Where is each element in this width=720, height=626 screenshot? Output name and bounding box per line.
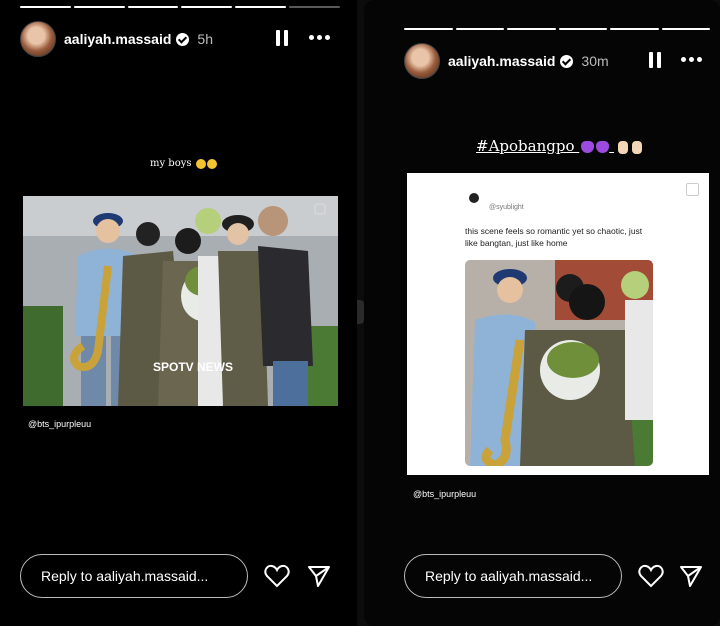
progress-segment [127,6,179,8]
credit-text: @bts_ipurpleuu [28,419,92,429]
story-header: aaliyah.massaid 30m [404,43,609,79]
hashtag-text: #Apobangpo [476,137,575,155]
story-panel-right[interactable]: aaliyah.massaid 30m #Apobangpo @syubligh… [364,0,720,626]
progress-segment [73,6,125,8]
story-header: aaliyah.massaid 5h [20,21,213,57]
more-icon[interactable] [309,35,330,40]
story-divider-handle [357,300,364,324]
verified-badge-icon [176,32,190,46]
pause-icon[interactable] [276,30,288,46]
pleading-face-icon [195,158,206,169]
avatar[interactable] [404,43,440,79]
credit-text: @bts_ipurpleuu [413,489,477,499]
post-time: 30m [581,53,609,69]
purple-heart-icon [581,141,595,153]
progress-segment [507,28,556,30]
heart-icon[interactable] [264,564,290,593]
progress-segment [20,6,71,8]
progress-segment [610,28,659,30]
progress-segment [289,6,340,8]
story-progress-bar [404,28,710,30]
tweet-card: @syublight this scene feels so romantic … [407,173,709,475]
reply-input[interactable]: Reply to aaliyah.massaid... [404,554,622,598]
avatar[interactable] [20,21,56,57]
progress-segment [558,28,607,30]
post-time: 5h [197,31,213,47]
more-icon[interactable] [681,57,702,62]
send-icon[interactable] [307,564,331,593]
send-icon[interactable] [679,564,703,593]
photo-illustration: SPOTV NEWS [23,196,338,406]
caption-text: my boys [150,158,192,169]
reply-input[interactable]: Reply to aaliyah.massaid... [20,554,248,598]
tweet-avatar [469,193,479,203]
story-caption: my boys [150,158,217,169]
photo-watermark: SPOTV NEWS [153,360,233,374]
verified-badge-icon [560,54,574,68]
crossed-fingers-icon [618,140,629,154]
crossed-fingers-icon [632,140,643,154]
progress-segment [235,6,287,8]
pause-icon[interactable] [649,52,661,68]
progress-segment [455,28,504,30]
progress-segment [181,6,233,8]
tweet-photo [465,260,653,466]
username[interactable]: aaliyah.massaid [448,53,555,69]
username[interactable]: aaliyah.massaid [64,31,171,47]
tweet-handle: @syublight [489,204,524,211]
progress-segment [661,28,710,30]
tweet-text: this scene feels so romantic yet so chao… [465,226,643,248]
photo-illustration [465,260,653,466]
progress-segment [404,28,453,30]
hashtag-sticker[interactable]: #Apobangpo [476,137,643,155]
story-progress-bar [20,6,340,8]
tweet-menu-icon [686,183,699,196]
purple-heart-icon [596,141,610,153]
heart-icon[interactable] [638,564,664,593]
pleading-face-icon [206,158,217,169]
story-panel-left[interactable]: aaliyah.massaid 5h my boys SPOTV NEWS @b… [0,0,357,626]
story-photo: SPOTV NEWS [23,196,338,406]
